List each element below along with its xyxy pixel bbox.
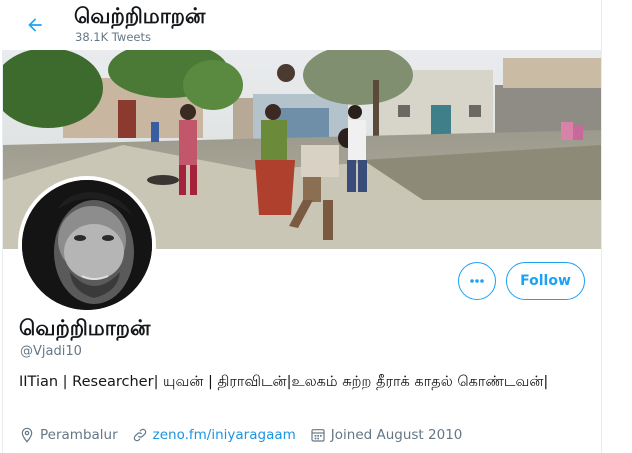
profile-avatar[interactable] — [18, 176, 156, 314]
profile-name: வெற்றிமாறன் — [19, 316, 151, 340]
arrow-left-icon — [28, 18, 42, 32]
avatar-photo — [22, 180, 152, 310]
back-button[interactable] — [18, 8, 52, 42]
follow-button[interactable]: Follow — [506, 262, 585, 300]
profile-meta: Perambalur zeno.fm/iniyaragaam Joined Au… — [19, 425, 476, 445]
profile-bio: IITian | Researcher| யுவன் | திராவிடன்|உ… — [19, 374, 549, 390]
more-horizontal-icon — [470, 279, 484, 283]
joined-item: Joined August 2010 — [310, 427, 463, 443]
joined-date: Joined August 2010 — [330, 427, 463, 443]
location-item: Perambalur — [19, 427, 118, 443]
profile-handle: @Vjadi10 — [20, 344, 82, 359]
location-pin-icon — [21, 427, 33, 443]
website-item[interactable]: zeno.fm/iniyaragaam — [132, 427, 296, 443]
header-title: வெற்றிமாறன் — [74, 4, 206, 28]
profile-header-bar: வெற்றிமாறன் 38.1K Tweets — [0, 0, 632, 50]
location-text: Perambalur — [40, 427, 118, 443]
website-link[interactable]: zeno.fm/iniyaragaam — [153, 427, 296, 443]
more-options-button[interactable] — [458, 262, 496, 300]
tweet-count: 38.1K Tweets — [75, 30, 151, 44]
column-border-right — [601, 0, 602, 453]
link-icon — [133, 428, 146, 442]
calendar-icon — [311, 429, 325, 442]
